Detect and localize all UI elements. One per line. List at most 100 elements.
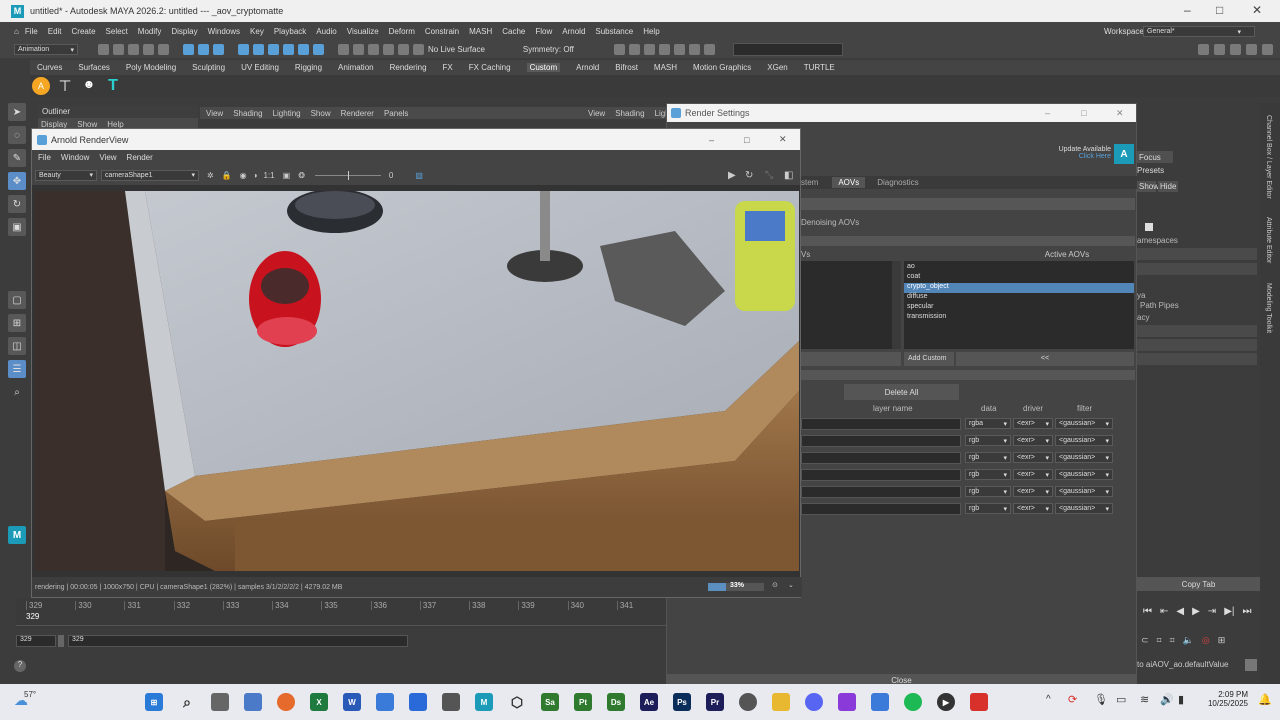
pause-icon[interactable] [703,44,715,55]
tab-attribute-editor[interactable]: Attribute Editor [1265,217,1272,263]
redo-icon[interactable] [158,44,169,55]
snap-curve-icon[interactable] [253,44,264,55]
shelf-tab-rendering[interactable]: Rendering [390,63,427,72]
shelf-tab-xgen[interactable]: XGen [767,63,787,72]
shelf-tab-bifrost[interactable]: Bifrost [615,63,638,72]
ipr-render-icon[interactable] [628,44,640,55]
word-icon[interactable]: W [343,693,361,711]
minimize-icon[interactable]: – [1184,3,1191,17]
lasso-icon[interactable] [398,44,409,55]
media-player-icon[interactable]: ▶ [937,693,955,711]
workspace-select[interactable]: General* ▾ [1143,26,1255,37]
menu-display[interactable]: Display [171,27,197,36]
render-image[interactable] [35,191,799,571]
rgb-channels-icon[interactable]: ◉ [240,171,247,180]
checker-icon[interactable] [1145,223,1153,231]
panel-menu-panels[interactable]: Panels [384,109,408,118]
focus-button[interactable]: Focus [1137,151,1173,163]
panel-menu-lighting[interactable]: Lighting [273,109,301,118]
filter-select[interactable]: <gaussian> ▾ [1055,486,1113,497]
menu-substance[interactable]: Substance [595,27,633,36]
mode-select[interactable]: Animation ▾ [14,44,78,55]
layer-name-field[interactable] [801,486,961,498]
sync-icon[interactable]: ⟳ [1068,693,1077,706]
script-editor-icon[interactable] [1245,659,1257,671]
tab-aovs[interactable]: AOVs [832,177,866,188]
select-object-icon[interactable] [198,44,209,55]
shelf-tab-uv-editing[interactable]: UV Editing [241,63,279,72]
copy-tab-button[interactable]: Copy Tab [1137,577,1260,591]
step-forward-key-icon[interactable]: ⇥ [1208,606,1216,617]
outliner-layout-icon[interactable]: ☰ [8,360,26,378]
menu-playback[interactable]: Playback [274,27,306,36]
snap-grid-icon[interactable] [238,44,249,55]
active-aov-item[interactable]: transmission [904,313,1134,323]
camera-icon[interactable]: ⊙ [772,581,778,589]
symmetry-label[interactable]: Symmetry: Off [523,45,574,54]
menu-edit[interactable]: Edit [48,27,62,36]
aov-select[interactable]: Beauty ▾ [35,169,97,181]
magnet-icon[interactable] [413,44,424,55]
panel-toggle-icon[interactable]: ◧ [784,170,793,181]
menu-select[interactable]: Select [106,27,128,36]
data-select[interactable]: rgb ▾ [965,435,1011,446]
chatgpt-icon[interactable] [739,693,757,711]
acrobat-icon[interactable] [970,693,988,711]
shelf-tab-rigging[interactable]: Rigging [295,63,322,72]
search-icon[interactable]: ⌕ [8,383,26,401]
driver-select[interactable]: <exr> ▾ [1013,469,1053,480]
menu-file[interactable]: File [25,27,38,36]
refresh-icon[interactable]: ↻ [745,170,753,181]
menu-arnold[interactable]: Arnold [562,27,585,36]
notepad-icon[interactable] [376,693,394,711]
color-mgmt-icon[interactable]: ❂ [298,171,305,180]
paint-select-icon[interactable]: ✎ [8,149,26,167]
shelf-tab-sculpting[interactable]: Sculpting [192,63,225,72]
menu-modify[interactable]: Modify [138,27,162,36]
driver-select[interactable]: <exr> ▾ [1013,435,1053,446]
filter-select[interactable]: <gaussian> ▾ [1055,435,1113,446]
tab-channel-box[interactable]: Channel Box / Layer Editor [1265,115,1272,199]
unity-icon[interactable]: ⬡ [508,693,526,711]
data-select[interactable]: rgb ▾ [965,503,1011,514]
hypershade-icon[interactable] [658,44,670,55]
snap-point-icon[interactable] [268,44,279,55]
history-icon[interactable] [338,44,349,55]
data-select[interactable]: rgb ▾ [965,469,1011,480]
expand-icon[interactable]: ⌄ [788,581,794,589]
rs-close-icon[interactable]: ✕ [1116,108,1124,119]
snap-plane-icon[interactable] [283,44,294,55]
add-to-active-button[interactable] [801,352,901,366]
go-start-icon[interactable]: ⏮ [1143,606,1152,617]
layer-name-field[interactable] [801,469,961,481]
volume-icon[interactable]: 🔊 [1160,693,1174,706]
display-icon[interactable]: ▭ [1116,693,1126,706]
menu-flow[interactable]: Flow [535,27,552,36]
maya-home-icon[interactable]: M [8,526,26,544]
driver-select[interactable]: <exr> ▾ [1013,486,1053,497]
skull-shelf-icon[interactable]: ☻ [80,77,98,95]
menu-visualize[interactable]: Visualize [347,27,379,36]
maya-taskbar-icon[interactable]: M [475,693,493,711]
available-aovs-list[interactable] [801,261,901,349]
menu-deform[interactable]: Deform [389,27,415,36]
shelf-tab-poly-modeling[interactable]: Poly Modeling [126,63,176,72]
save-scene-icon[interactable] [128,44,139,55]
rs-minimize-icon[interactable]: – [1045,108,1050,118]
home-icon[interactable]: ⌂ [14,27,19,36]
snap-view-icon[interactable] [313,44,324,55]
rv-menu-file[interactable]: File [38,153,51,162]
panel-menu-show[interactable]: Show [311,109,331,118]
range-start-field[interactable]: 329 [68,635,408,647]
remove-aov-button[interactable]: << [956,352,1134,366]
layer-name-field[interactable] [801,435,961,447]
app-sa-icon[interactable]: Sa [541,693,559,711]
anim-layer-icon[interactable]: ⌗ [1170,635,1175,646]
rv-maximize-icon[interactable]: □ [744,135,749,145]
active-aov-item[interactable]: crypto_object [904,283,1134,293]
attribute-editor-icon[interactable] [1214,44,1225,55]
key-icon[interactable]: ⌗ [1157,635,1162,646]
lock-icon[interactable]: 🔒 [222,171,232,180]
go-end-icon[interactable]: ⏭ [1242,606,1251,617]
command-field[interactable] [732,43,843,56]
